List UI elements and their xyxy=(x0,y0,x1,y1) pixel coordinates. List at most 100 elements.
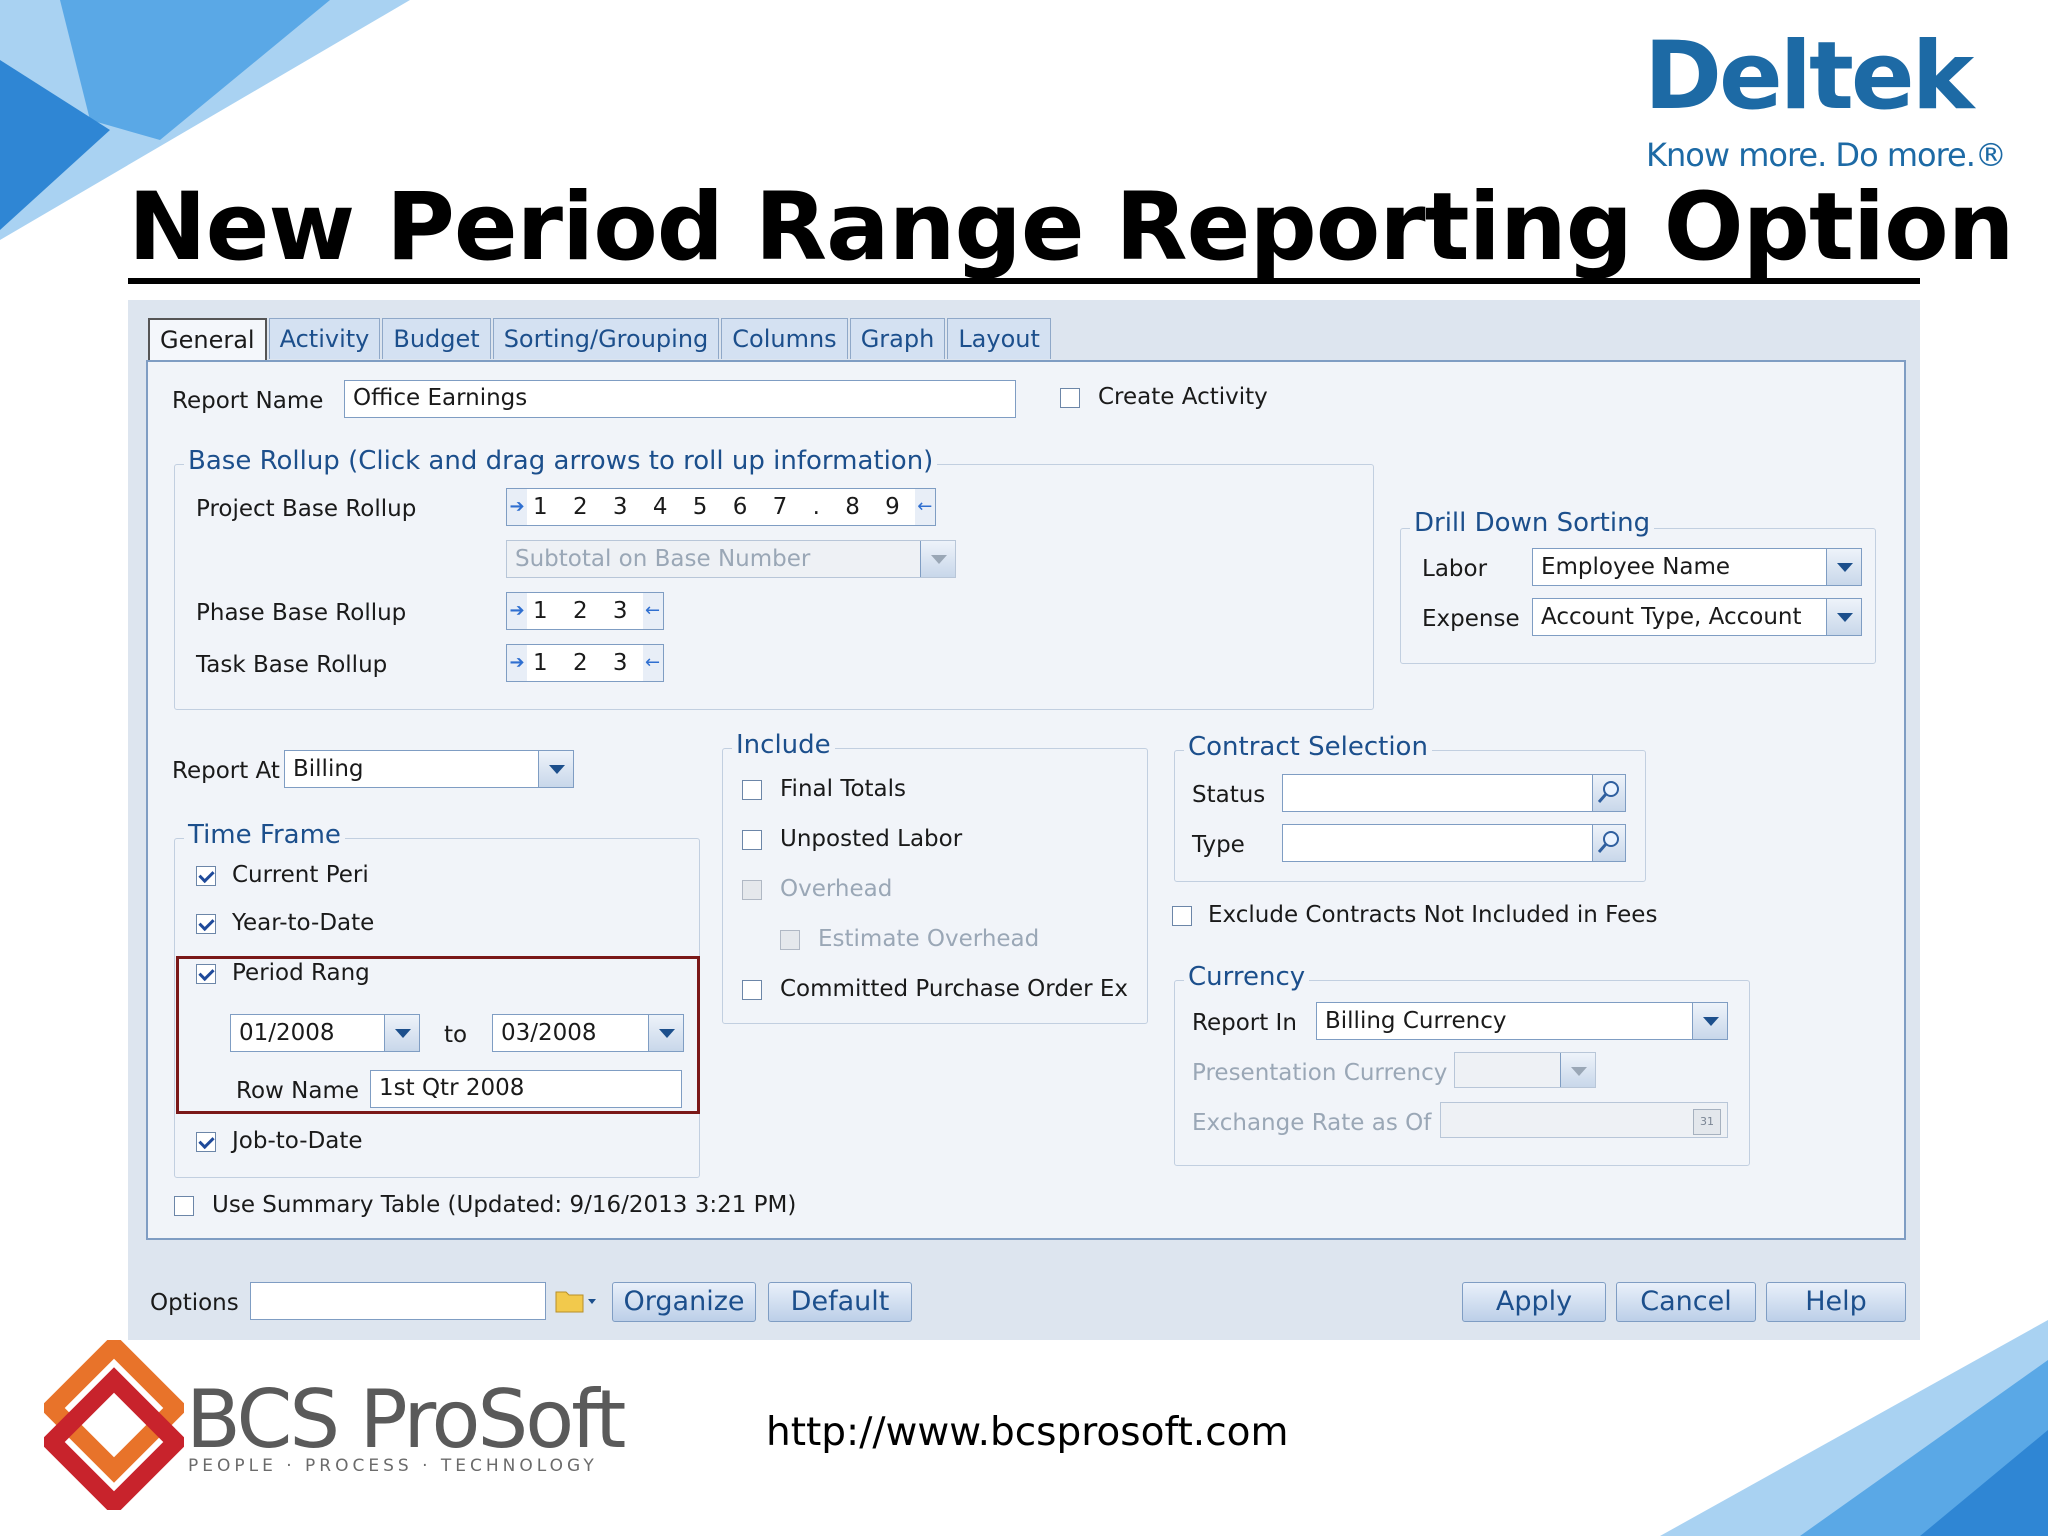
bcs-prosoft-tagline: PEOPLE · PROCESS · TECHNOLOGY xyxy=(188,1456,598,1476)
tab-budget[interactable]: Budget xyxy=(382,318,491,359)
report-in-dropdown[interactable]: Billing Currency xyxy=(1316,1002,1728,1040)
labor-dropdown[interactable]: Employee Name xyxy=(1532,548,1862,586)
chevron-down-icon[interactable] xyxy=(1692,1003,1727,1039)
task-rollup-control[interactable]: ➔ 1 2 3 ← xyxy=(506,644,664,682)
project-base-rollup-label: Project Base Rollup xyxy=(196,496,417,522)
expense-value: Account Type, Account xyxy=(1541,604,1802,630)
cancel-button[interactable]: Cancel xyxy=(1616,1282,1756,1322)
use-summary-table-label: Use Summary Table (Updated: 9/16/2013 3:… xyxy=(212,1192,797,1218)
status-label: Status xyxy=(1192,782,1266,808)
period-range-highlight xyxy=(176,956,700,1114)
tab-activity[interactable]: Activity xyxy=(268,318,381,359)
chevron-down-icon[interactable] xyxy=(1826,599,1861,635)
exclude-contracts-checkbox[interactable] xyxy=(1172,906,1192,926)
project-rollup-digits: 1 2 3 4 5 6 7 . 8 9 xyxy=(533,494,909,520)
report-options-dialog: General Activity Budget Sorting/Grouping… xyxy=(128,300,1920,1340)
final-totals-checkbox[interactable] xyxy=(742,780,762,800)
jtd-checkbox[interactable] xyxy=(196,1132,216,1152)
create-activity-checkbox[interactable] xyxy=(1060,388,1080,408)
bcs-prosoft-logo-mark xyxy=(44,1340,184,1510)
type-label: Type xyxy=(1192,832,1245,858)
chevron-down-icon xyxy=(1560,1053,1595,1087)
slide-title: New Period Range Reporting Option xyxy=(128,173,2015,282)
expense-label: Expense xyxy=(1422,606,1520,632)
overhead-label: Overhead xyxy=(780,876,893,902)
rollup-left-arrow-icon[interactable]: ➔ xyxy=(507,593,527,629)
presentation-currency-dropdown xyxy=(1454,1052,1596,1088)
deltek-logo: Deltek xyxy=(1644,22,1974,131)
project-rollup-control[interactable]: ➔ 1 2 3 4 5 6 7 . 8 9 ← xyxy=(506,488,936,526)
presentation-currency-label: Presentation Currency xyxy=(1192,1060,1448,1086)
apply-button[interactable]: Apply xyxy=(1462,1282,1606,1322)
status-input[interactable] xyxy=(1282,774,1626,812)
title-underline xyxy=(128,278,1920,284)
tab-columns[interactable]: Columns xyxy=(721,318,848,359)
options-input[interactable] xyxy=(250,1282,546,1320)
create-activity-label: Create Activity xyxy=(1098,384,1268,410)
tab-bar: General Activity Budget Sorting/Grouping… xyxy=(148,318,1053,360)
report-at-value: Billing xyxy=(293,756,364,782)
phase-rollup-control[interactable]: ➔ 1 2 3 ← xyxy=(506,592,664,630)
calendar-icon: 31 xyxy=(1693,1109,1721,1135)
search-icon[interactable] xyxy=(1592,825,1625,861)
rollup-right-arrow-icon[interactable]: ← xyxy=(642,645,663,681)
report-at-dropdown[interactable]: Billing xyxy=(284,750,574,788)
tab-general[interactable]: General xyxy=(148,318,267,360)
unposted-labor-checkbox[interactable] xyxy=(742,830,762,850)
footer-url[interactable]: http://www.bcsprosoft.com xyxy=(766,1410,1289,1455)
contract-selection-group xyxy=(1174,750,1646,882)
rollup-right-arrow-icon[interactable]: ← xyxy=(914,489,935,525)
phase-rollup-digits: 1 2 3 xyxy=(533,598,637,624)
expense-dropdown[interactable]: Account Type, Account xyxy=(1532,598,1862,636)
chevron-down-icon[interactable] xyxy=(538,751,573,787)
labor-value: Employee Name xyxy=(1541,554,1731,580)
labor-label: Labor xyxy=(1422,556,1488,582)
report-name-input[interactable]: Office Earnings xyxy=(344,380,1016,418)
exchange-rate-date-input: 31 xyxy=(1440,1102,1728,1138)
estimate-overhead-label: Estimate Overhead xyxy=(818,926,1040,952)
report-at-label: Report At xyxy=(172,758,280,784)
drill-down-legend: Drill Down Sorting xyxy=(1410,508,1655,538)
rollup-left-arrow-icon[interactable]: ➔ xyxy=(507,645,527,681)
chevron-down-icon[interactable] xyxy=(1826,549,1861,585)
use-summary-table-checkbox[interactable] xyxy=(174,1196,194,1216)
contract-selection-legend: Contract Selection xyxy=(1184,732,1432,762)
tab-graph[interactable]: Graph xyxy=(849,318,946,359)
jtd-label: Job-to-Date xyxy=(232,1128,363,1154)
task-rollup-digits: 1 2 3 xyxy=(533,650,637,676)
tab-sorting-grouping[interactable]: Sorting/Grouping xyxy=(492,318,720,359)
committed-po-checkbox[interactable] xyxy=(742,980,762,1000)
organize-button[interactable]: Organize xyxy=(612,1282,756,1322)
options-label: Options xyxy=(150,1290,239,1316)
type-input[interactable] xyxy=(1282,824,1626,862)
final-totals-label: Final Totals xyxy=(780,776,907,802)
rollup-left-arrow-icon[interactable]: ➔ xyxy=(507,489,527,525)
include-legend: Include xyxy=(732,730,835,760)
search-icon[interactable] xyxy=(1592,775,1625,811)
subtotal-dropdown: Subtotal on Base Number xyxy=(506,540,956,578)
default-button[interactable]: Default xyxy=(768,1282,912,1322)
report-in-label: Report In xyxy=(1192,1010,1297,1036)
exclude-contracts-label: Exclude Contracts Not Included in Fees xyxy=(1208,902,1658,928)
subtotal-value: Subtotal on Base Number xyxy=(515,546,811,572)
current-period-checkbox[interactable] xyxy=(196,866,216,886)
currency-legend: Currency xyxy=(1184,962,1310,992)
base-rollup-legend: Base Rollup (Click and drag arrows to ro… xyxy=(184,446,938,476)
report-in-value: Billing Currency xyxy=(1325,1008,1507,1034)
unposted-labor-label: Unposted Labor xyxy=(780,826,963,852)
tab-layout[interactable]: Layout xyxy=(947,318,1051,359)
time-frame-legend: Time Frame xyxy=(184,820,345,850)
report-name-label: Report Name xyxy=(172,388,324,414)
ytd-checkbox[interactable] xyxy=(196,914,216,934)
help-button[interactable]: Help xyxy=(1766,1282,1906,1322)
bcs-prosoft-logo-text: BCS ProSoft xyxy=(186,1373,626,1466)
task-base-rollup-label: Task Base Rollup xyxy=(196,652,388,678)
folder-icon[interactable] xyxy=(554,1286,598,1316)
ytd-label: Year-to-Date xyxy=(232,910,375,936)
overhead-checkbox xyxy=(742,880,762,900)
estimate-overhead-checkbox xyxy=(780,930,800,950)
chevron-down-icon xyxy=(920,541,955,577)
current-period-label: Current Peri xyxy=(232,862,369,888)
rollup-right-arrow-icon[interactable]: ← xyxy=(642,593,663,629)
committed-po-label: Committed Purchase Order Ex xyxy=(780,976,1128,1002)
